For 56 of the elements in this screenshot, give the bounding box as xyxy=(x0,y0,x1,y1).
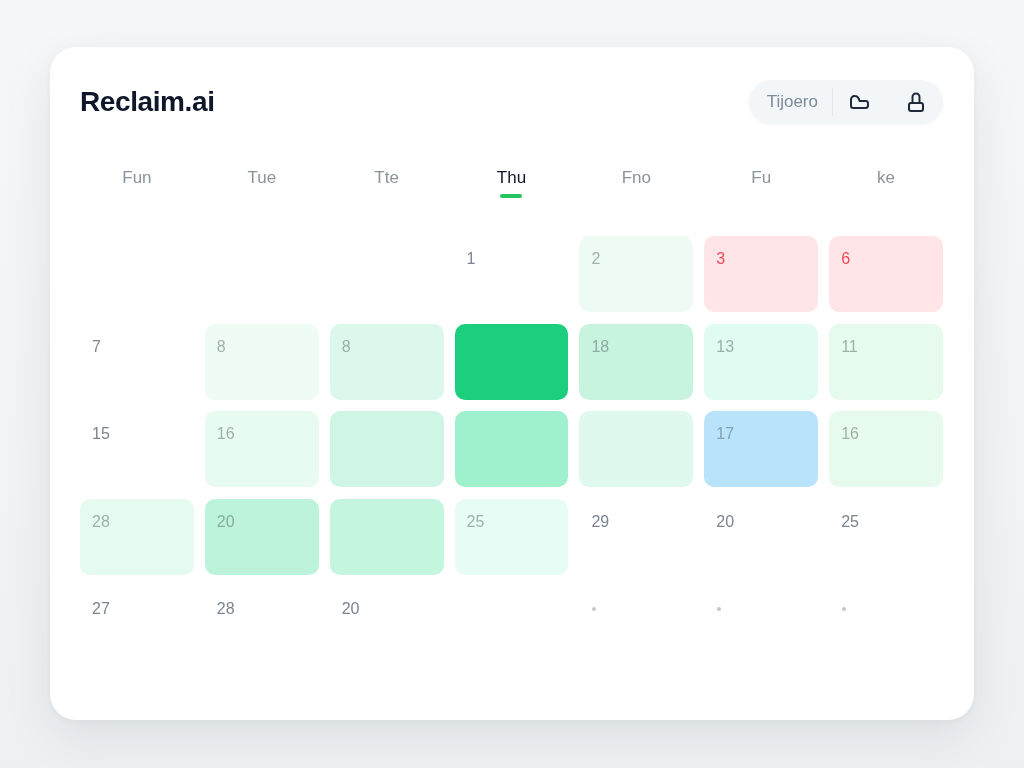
dot-icon xyxy=(842,607,847,611)
day-number: 16 xyxy=(216,425,235,443)
day-tile[interactable]: 8 xyxy=(204,323,319,400)
day-tile[interactable]: 3 xyxy=(704,236,819,312)
day-tile[interactable]: 6 xyxy=(829,236,943,312)
day-tile[interactable]: 18 xyxy=(579,323,694,400)
day-tile[interactable]: 17 xyxy=(704,411,819,487)
day-number: 8 xyxy=(216,337,226,356)
day-number: 20 xyxy=(216,512,235,531)
day-tile[interactable]: 16 xyxy=(829,411,943,487)
day-number: 8 xyxy=(341,337,351,356)
day-tile[interactable] xyxy=(454,323,569,400)
day-number: 6 xyxy=(841,250,851,268)
folder-icon xyxy=(849,95,869,109)
day-number: 16 xyxy=(841,425,859,443)
weekday-tab[interactable]: Thu xyxy=(496,168,527,198)
day-number: 28 xyxy=(92,512,110,531)
day-number: 2 xyxy=(591,250,601,268)
app-title: Reclaim.ai xyxy=(80,85,215,119)
toolbar-label: Tijoero xyxy=(766,92,818,112)
day-number: 27 xyxy=(92,600,110,618)
day-number: 1 xyxy=(466,250,476,268)
day-number: 20 xyxy=(716,512,735,531)
day-number: 11 xyxy=(841,337,858,356)
weekday-tab[interactable]: Tue xyxy=(247,168,277,198)
day-tile[interactable]: 2 xyxy=(579,236,694,312)
day-number: 17 xyxy=(716,425,735,443)
day-number: 20 xyxy=(341,600,360,618)
dot-icon xyxy=(592,607,597,611)
day-tile[interactable]: 28 xyxy=(80,498,194,575)
day-tile[interactable]: 16 xyxy=(204,411,319,487)
dot-icon xyxy=(717,607,722,611)
day-number: 25 xyxy=(466,512,485,531)
day-number: 13 xyxy=(716,337,735,356)
day-tile[interactable] xyxy=(579,411,694,487)
day-tile[interactable]: 11 xyxy=(829,323,943,400)
weekday-tab[interactable]: Fu xyxy=(750,168,773,198)
weekday-tab[interactable]: Tte xyxy=(374,168,399,198)
day-number: 15 xyxy=(92,425,110,443)
day-tile[interactable] xyxy=(329,498,444,575)
day-number: 25 xyxy=(841,512,859,531)
day-number: 28 xyxy=(216,600,235,618)
weekday-tab[interactable]: ke xyxy=(875,168,898,198)
day-number: 18 xyxy=(591,337,610,356)
day-number: 7 xyxy=(92,337,101,356)
day-tile[interactable] xyxy=(329,411,444,487)
day-tile[interactable] xyxy=(454,411,569,487)
day-tile[interactable]: 13 xyxy=(704,323,819,400)
day-number: 29 xyxy=(591,512,610,531)
weekday-tab[interactable]: Fun xyxy=(122,168,152,198)
day-tile[interactable]: 25 xyxy=(454,498,569,575)
weekday-tab[interactable]: Fno xyxy=(621,168,651,198)
day-tile[interactable]: 20 xyxy=(204,498,319,575)
day-number: 3 xyxy=(716,250,726,268)
lock-icon xyxy=(908,92,924,112)
day-tile[interactable]: 8 xyxy=(329,323,444,400)
